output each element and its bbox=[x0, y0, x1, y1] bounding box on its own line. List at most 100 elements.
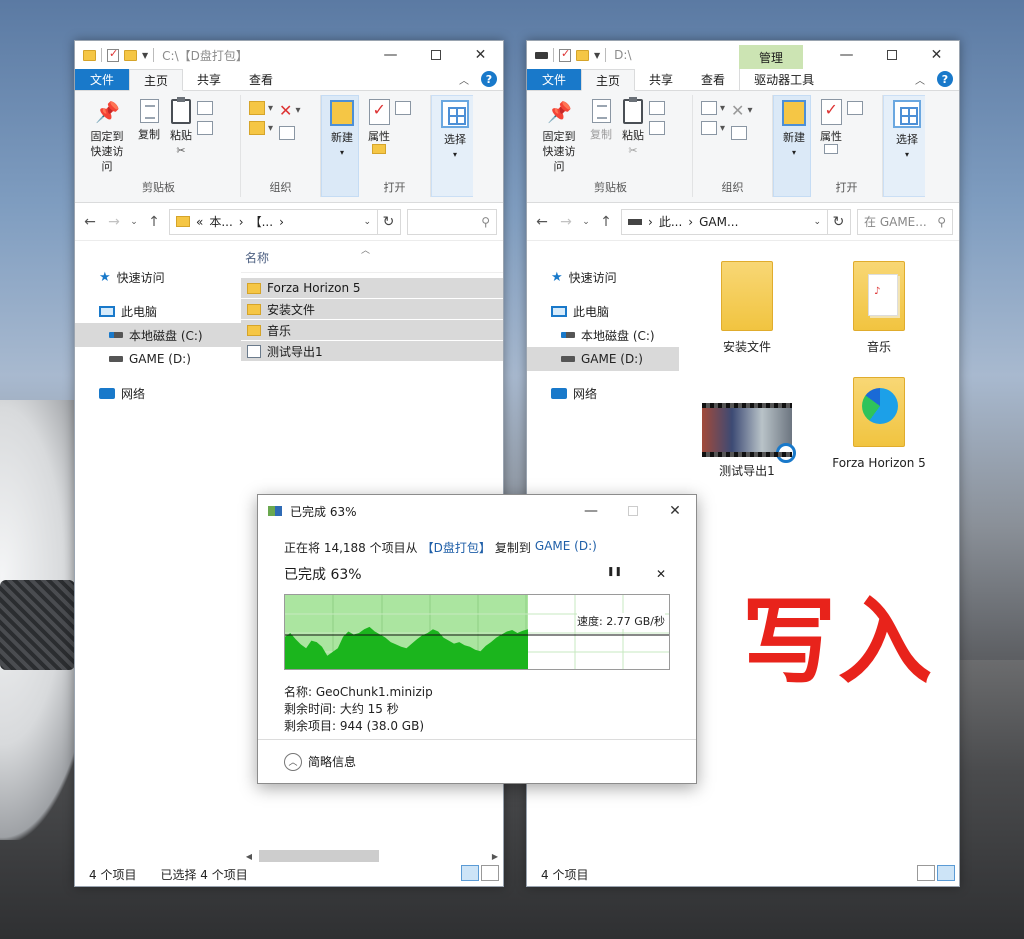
file-row[interactable]: Forza Horizon 5 bbox=[241, 278, 503, 298]
search-box[interactable]: ⚲ bbox=[407, 208, 497, 235]
copy-path-icon[interactable] bbox=[197, 101, 213, 115]
nav-network[interactable]: 网络 bbox=[527, 381, 679, 405]
new-folder-button[interactable]: 新建 ▾ bbox=[777, 96, 811, 196]
copy-to-icon[interactable] bbox=[701, 121, 717, 135]
close-button[interactable]: ✕ bbox=[914, 41, 959, 69]
edit-icon[interactable] bbox=[847, 101, 863, 115]
file-tile[interactable]: Forza Horizon 5 bbox=[829, 377, 929, 471]
maximize-button[interactable] bbox=[413, 41, 458, 69]
tab-manage-header[interactable]: 管理 bbox=[739, 45, 803, 69]
properties-icon[interactable] bbox=[107, 47, 119, 62]
up-icon[interactable]: ↑ bbox=[145, 214, 163, 230]
back-icon[interactable]: ← bbox=[81, 214, 99, 230]
new-folder-icon[interactable] bbox=[576, 49, 589, 61]
breadcrumb-folder[interactable]: 【... bbox=[250, 213, 273, 230]
recent-locations-icon[interactable]: ⌄ bbox=[581, 217, 591, 227]
nav-quick-access[interactable]: ★ 快速访问 bbox=[527, 265, 679, 289]
close-button[interactable]: ✕ bbox=[458, 41, 503, 69]
minimize-button[interactable]: — bbox=[570, 495, 612, 527]
nav-this-pc[interactable]: 此电脑 bbox=[527, 299, 679, 323]
paste-shortcut-icon[interactable] bbox=[649, 121, 665, 135]
breadcrumb-sep[interactable]: › bbox=[648, 215, 653, 229]
address-overflow[interactable]: « bbox=[196, 215, 203, 229]
delete-icon[interactable]: ✕ bbox=[279, 101, 292, 120]
close-button[interactable]: ✕ bbox=[654, 495, 696, 527]
title-bar[interactable]: ▼ D:\ 管理 — ✕ bbox=[527, 41, 959, 69]
search-box[interactable]: 在 GAME... ⚲ bbox=[857, 208, 953, 235]
scissors-icon[interactable]: ✂ bbox=[176, 143, 185, 158]
copy-path-icon[interactable] bbox=[649, 101, 665, 115]
tab-home[interactable]: 主页 bbox=[129, 69, 184, 91]
dialog-title-bar[interactable]: 已完成 63% — ✕ bbox=[258, 495, 696, 527]
column-header-name[interactable]: 名称 ︿ bbox=[241, 243, 503, 273]
title-bar[interactable]: ▼ C:\【D盘打包】 — ✕ bbox=[75, 41, 503, 69]
file-row[interactable]: 音乐 bbox=[241, 320, 503, 340]
tab-share[interactable]: 共享 bbox=[635, 69, 687, 90]
chevron-down-icon[interactable]: ▼ bbox=[142, 51, 148, 60]
tab-view[interactable]: 查看 bbox=[235, 69, 287, 90]
breadcrumb-this-pc[interactable]: 此... bbox=[659, 213, 682, 230]
tab-file[interactable]: 文件 bbox=[527, 69, 582, 90]
tab-file[interactable]: 文件 bbox=[75, 69, 130, 90]
file-tile[interactable]: 安装文件 bbox=[697, 261, 797, 355]
move-to-icon[interactable] bbox=[249, 101, 265, 115]
large-icons-view-button[interactable] bbox=[937, 865, 955, 881]
help-icon[interactable]: ? bbox=[481, 71, 497, 87]
move-to-icon[interactable] bbox=[701, 101, 717, 115]
file-row[interactable]: 测试导出1 bbox=[241, 341, 503, 361]
fewer-details-toggle[interactable]: ︿ 简略信息 bbox=[258, 739, 696, 783]
nav-c-drive[interactable]: 本地磁盘 (C:) bbox=[527, 323, 679, 347]
properties-icon[interactable] bbox=[559, 47, 571, 62]
refresh-button[interactable]: ↻ bbox=[827, 208, 851, 235]
destination-link[interactable]: GAME (D:) bbox=[535, 539, 597, 556]
scroll-thumb[interactable] bbox=[259, 850, 379, 862]
help-icon[interactable]: ? bbox=[937, 71, 953, 87]
delete-icon[interactable]: ✕ bbox=[731, 101, 744, 120]
minimize-button[interactable]: — bbox=[368, 41, 413, 69]
up-icon[interactable]: ↑ bbox=[597, 214, 615, 230]
tab-share[interactable]: 共享 bbox=[183, 69, 235, 90]
tab-view[interactable]: 查看 bbox=[687, 69, 739, 90]
chevron-down-icon[interactable]: ▼ bbox=[594, 51, 600, 60]
nav-network[interactable]: 网络 bbox=[75, 381, 241, 405]
edit-icon[interactable] bbox=[395, 101, 411, 115]
forward-icon[interactable]: → bbox=[105, 214, 123, 230]
source-link[interactable]: 【D盘打包】 bbox=[422, 539, 491, 556]
breadcrumb-drive[interactable]: GAM... bbox=[699, 215, 738, 229]
new-folder-icon[interactable] bbox=[124, 49, 137, 61]
select-button[interactable]: 选择 ▾ bbox=[436, 96, 474, 196]
rename-icon[interactable] bbox=[731, 126, 748, 140]
scroll-right-icon[interactable]: ▶ bbox=[487, 852, 503, 861]
address-bar[interactable]: « 本... › 【... › ⌄ bbox=[169, 208, 378, 235]
nav-d-drive[interactable]: GAME (D:) bbox=[75, 347, 241, 371]
nav-quick-access[interactable]: ★ 快速访问 bbox=[75, 265, 241, 289]
file-row[interactable]: 安装文件 bbox=[241, 299, 503, 319]
maximize-button[interactable] bbox=[869, 41, 914, 69]
chevron-down-icon[interactable]: ⌄ bbox=[813, 217, 821, 227]
breadcrumb-sep[interactable]: › bbox=[239, 215, 244, 229]
file-tile[interactable]: 音乐 bbox=[829, 261, 929, 355]
copy-to-icon[interactable] bbox=[249, 121, 265, 135]
recent-locations-icon[interactable]: ⌄ bbox=[129, 217, 139, 227]
tab-home[interactable]: 主页 bbox=[581, 69, 636, 91]
pause-button[interactable]: ❚❚ bbox=[607, 567, 622, 581]
nav-d-drive[interactable]: GAME (D:) bbox=[527, 347, 679, 371]
rename-icon[interactable] bbox=[279, 126, 296, 140]
collapse-ribbon-icon[interactable]: ︿ bbox=[915, 72, 925, 87]
select-button[interactable]: 选择 ▾ bbox=[888, 96, 926, 196]
back-icon[interactable]: ← bbox=[533, 214, 551, 230]
forward-icon[interactable]: → bbox=[557, 214, 575, 230]
address-bar[interactable]: › 此... › GAM... ⌄ bbox=[621, 208, 828, 235]
details-view-button[interactable] bbox=[461, 865, 479, 881]
scissors-icon[interactable]: ✂ bbox=[628, 143, 637, 158]
open-icon[interactable] bbox=[372, 144, 386, 154]
file-tile[interactable]: 测试导出1 bbox=[697, 403, 797, 479]
minimize-button[interactable]: — bbox=[824, 41, 869, 69]
open-icon[interactable] bbox=[824, 144, 838, 154]
collapse-ribbon-icon[interactable]: ︿ bbox=[459, 72, 469, 87]
paste-shortcut-icon[interactable] bbox=[197, 121, 213, 135]
new-folder-button[interactable]: 新建 ▾ bbox=[325, 96, 359, 196]
chevron-down-icon[interactable]: ⌄ bbox=[363, 217, 371, 227]
tab-drive-tools[interactable]: 驱动器工具 bbox=[739, 69, 828, 90]
breadcrumb-this-pc[interactable]: 本... bbox=[209, 213, 232, 230]
